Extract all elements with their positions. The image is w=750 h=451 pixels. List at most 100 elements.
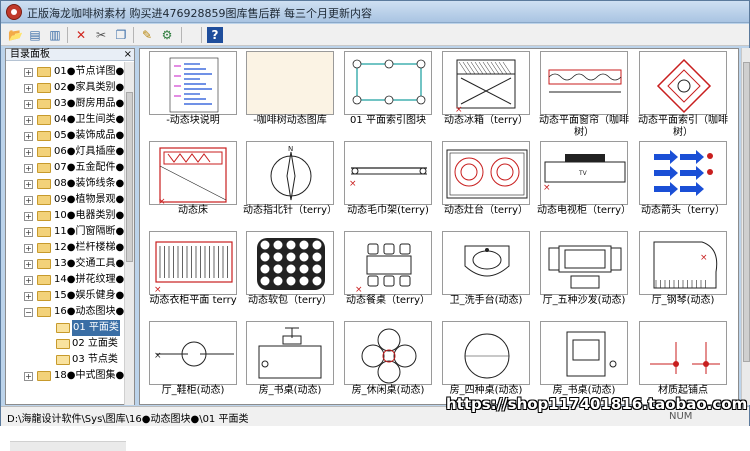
tree-item-label: 13●交通工具● (54, 258, 124, 269)
block-item[interactable]: 房_四种桌(动态) (437, 319, 535, 404)
tree-item[interactable]: +13●交通工具● (6, 256, 124, 272)
delete-icon[interactable]: ✕ (73, 27, 89, 43)
block-item[interactable]: 动态软包（terry） (241, 229, 339, 319)
block-item[interactable]: 01 平面索引图块 (339, 49, 437, 139)
index-preview (352, 59, 426, 105)
tree-horizontal-scrollbar[interactable] (10, 441, 126, 451)
expand-icon[interactable]: + (24, 244, 33, 253)
directory-tree: +01●节点详图● +02●家具类别● +03●厨房用品● +04●卫生间类● +05●… (6, 62, 124, 405)
pattern-preview (257, 238, 325, 290)
block-item[interactable]: 动态箭头（terry） (634, 139, 732, 229)
expand-icon[interactable]: + (24, 212, 33, 221)
tree-item[interactable]: − 16●动态图块● (6, 304, 124, 320)
expand-icon[interactable]: + (24, 276, 33, 285)
tree-item[interactable]: +09●植物景观● (6, 192, 124, 208)
tools-icon[interactable]: ⚙ (159, 27, 175, 43)
close-panel-button[interactable]: × (124, 49, 132, 60)
tree-item[interactable]: +11●门窗隔断● (6, 224, 124, 240)
block-item[interactable]: 房_书桌(动态) (535, 319, 633, 404)
tree-item-label: 04●卫生间类● (54, 114, 124, 125)
block-thumbnail: × (344, 231, 432, 295)
tree-item[interactable]: +02●家具类别● (6, 80, 124, 96)
block-item[interactable]: 厅_五种沙发(动态) (535, 229, 633, 319)
block-item[interactable]: × 动态床 (144, 139, 242, 229)
tree-item[interactable]: 02 立面类 (6, 336, 124, 352)
block-item[interactable]: × 动态餐桌（terry） (339, 229, 437, 319)
expand-icon[interactable]: + (24, 260, 33, 269)
window-title: 正版海龙咖啡树素材 购买进476928859图库售后群 每三个月更新内容 (27, 7, 372, 20)
block-item[interactable]: 房_休闲桌(动态) (339, 319, 437, 404)
block-item[interactable]: 材质起铺点 (634, 319, 732, 404)
directory-panel-title: 目录面板 (10, 49, 50, 60)
expand-icon[interactable]: + (24, 100, 33, 109)
tree-item[interactable]: +14●拼花纹理● (6, 272, 124, 288)
block-caption: -咖啡树动态图库 (253, 115, 327, 126)
toolbar-separator (181, 27, 182, 43)
block-item[interactable]: 房_书桌(动态) (241, 319, 339, 404)
gallery-scrollbar[interactable] (741, 48, 750, 405)
tree-item[interactable]: +18●中式图集● (6, 368, 124, 384)
expand-icon[interactable]: + (24, 196, 33, 205)
tree-item[interactable]: +10●电器类别● (6, 208, 124, 224)
tree-item[interactable]: +04●卫生间类● (6, 112, 124, 128)
expand-icon[interactable]: + (24, 68, 33, 77)
block-caption: 动态指北针（terry） (242, 205, 338, 216)
expand-icon[interactable]: + (24, 180, 33, 189)
block-thumbnail: × (149, 231, 237, 295)
expand-icon[interactable]: + (24, 84, 33, 93)
folder-icon (37, 371, 51, 381)
expand-icon[interactable]: + (24, 132, 33, 141)
block-thumbnail (639, 141, 727, 205)
tree-item[interactable]: +07●五金配件● (6, 160, 124, 176)
edit-icon[interactable]: ✎ (139, 27, 155, 43)
folder-icon (56, 355, 70, 365)
folder-icon (37, 195, 51, 205)
block-item[interactable]: 动态平面索引（咖啡树） (634, 49, 732, 139)
block-item[interactable]: 动态灶台（terry） (437, 139, 535, 229)
help-icon[interactable]: ? (207, 27, 223, 43)
block-item[interactable]: × 动态衣柜平面 terry (144, 229, 242, 319)
block-item[interactable]: 卫_洗手台(动态) (437, 229, 535, 319)
block-thumbnail (344, 51, 432, 115)
tree-item[interactable]: +01●节点详图● (6, 64, 124, 80)
block-item[interactable]: N 动态指北针（terry） (241, 139, 339, 229)
block-item[interactable]: × 动态毛巾架(terry) (339, 139, 437, 229)
tree-scroll-thumb[interactable] (126, 92, 133, 262)
gallery-scroll-thumb[interactable] (743, 62, 750, 362)
block-item[interactable]: × 厅_钢琴(动态) (634, 229, 732, 319)
svg-text:×: × (349, 179, 357, 189)
view-icon[interactable]: ▤ (27, 27, 43, 43)
expand-icon[interactable]: + (24, 148, 33, 157)
collapse-icon[interactable]: − (24, 308, 33, 317)
arrows-preview (654, 150, 713, 196)
curtain-preview (548, 69, 622, 93)
list-icon[interactable]: ▥ (47, 27, 63, 43)
tree-item-label: 01 平面类 (72, 320, 120, 336)
block-thumbnail (149, 51, 237, 115)
expand-icon[interactable]: + (24, 116, 33, 125)
tree-item-label: 02●家具类别● (54, 82, 124, 93)
block-item[interactable]: × 厅_鞋柜(动态) (144, 319, 242, 404)
tree-item[interactable]: +05●装饰成品● (6, 128, 124, 144)
open-icon[interactable]: 📂 (7, 27, 23, 43)
tree-item[interactable]: 03 节点类 (6, 352, 124, 368)
block-item[interactable]: TV × 动态电视柜（terry） (535, 139, 633, 229)
tree-item[interactable]: +08●装饰线条● (6, 176, 124, 192)
block-item[interactable]: -咖啡树动态图库 (241, 49, 339, 139)
block-item[interactable]: × 动态冰箱（terry） (437, 49, 535, 139)
expand-icon[interactable]: + (24, 372, 33, 381)
tree-vertical-scrollbar[interactable] (124, 62, 134, 405)
tree-item[interactable]: +12●栏杆楼梯● (6, 240, 124, 256)
tree-item[interactable]: 01 平面类 (6, 320, 124, 336)
expand-icon[interactable]: + (24, 228, 33, 237)
expand-icon[interactable]: + (24, 164, 33, 173)
block-item[interactable]: 动态平面窗帘（咖啡树） (535, 49, 633, 139)
expand-icon[interactable]: + (24, 292, 33, 301)
tree-item[interactable]: +06●灯具插座● (6, 144, 124, 160)
cut-icon[interactable]: ✂ (93, 27, 109, 43)
tree-item-label: 09●植物景观● (54, 194, 124, 205)
block-item[interactable]: -动态块说明 (144, 49, 242, 139)
tree-item[interactable]: +15●娱乐健身● (6, 288, 124, 304)
tree-item[interactable]: +03●厨房用品● (6, 96, 124, 112)
copy-icon[interactable]: ❐ (113, 27, 129, 43)
